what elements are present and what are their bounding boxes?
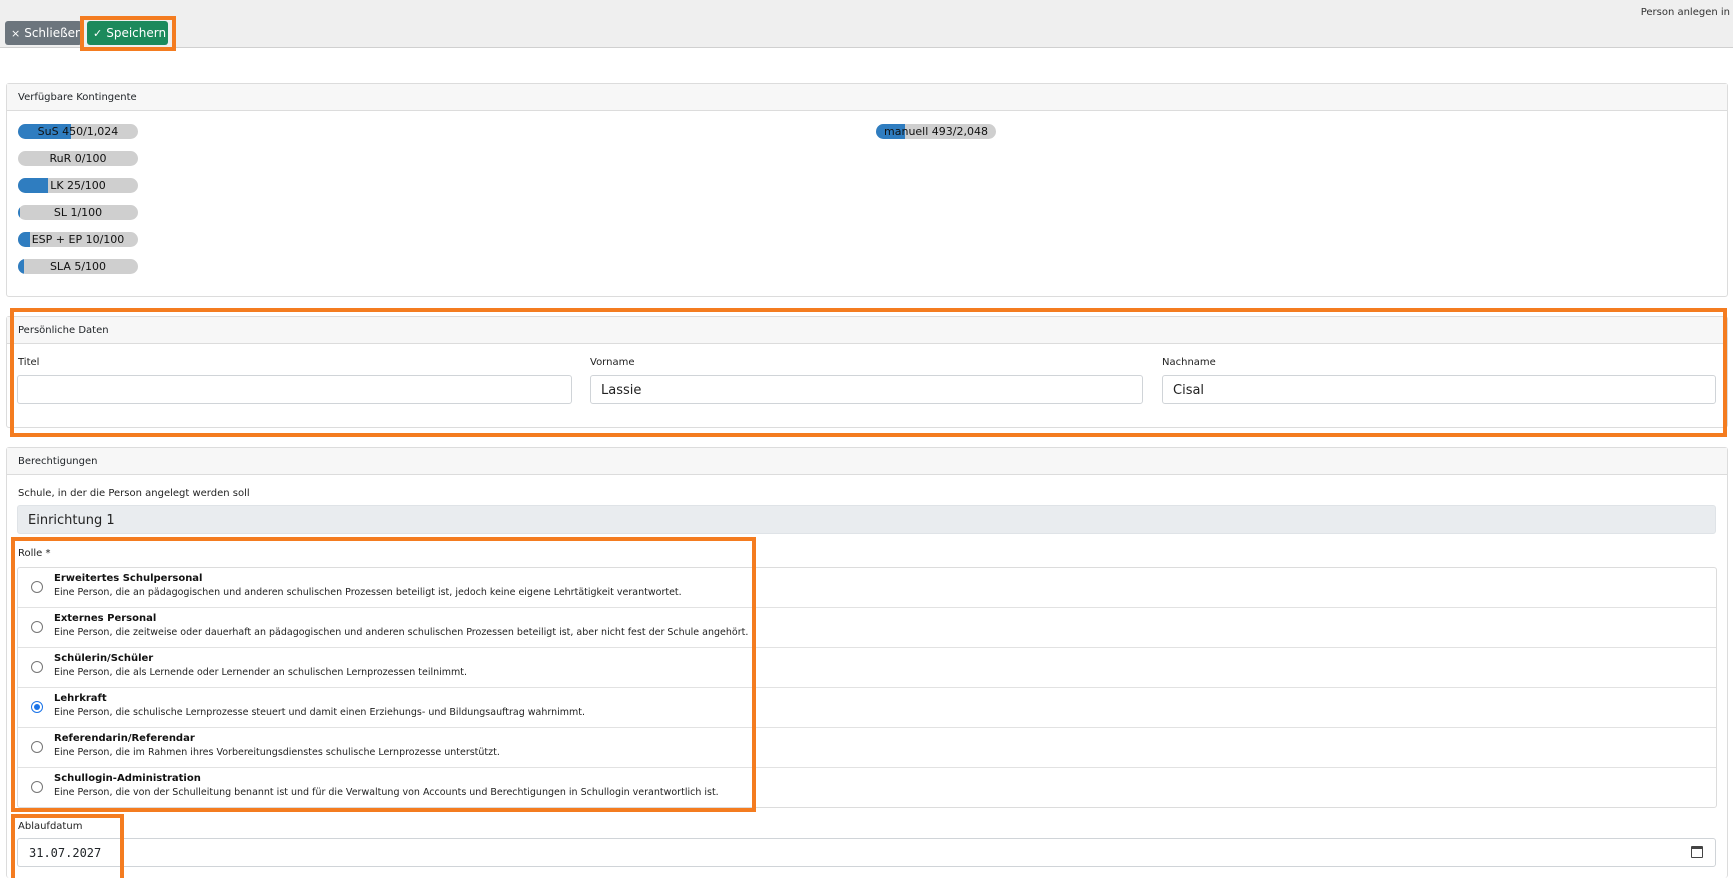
role-radio[interactable] — [31, 661, 43, 673]
role-radio-group: Erweitertes Schulpersonal Eine Person, di… — [17, 567, 1717, 808]
role-title: Referendarin/Referendar — [54, 733, 195, 744]
role-radio[interactable] — [31, 621, 43, 633]
quotas-card-title: Verfügbare Kontingente — [7, 84, 1727, 111]
quota-bar: LK 25/100 — [18, 178, 138, 193]
quota-bar: ESP + EP 10/100 — [18, 232, 138, 247]
checkmark-icon: ✓ — [93, 26, 103, 40]
nachname-label: Nachname — [1162, 357, 1216, 368]
role-description: Eine Person, die im Rahmen ihres Vorbere… — [54, 747, 500, 758]
role-option[interactable]: Lehrkraft Eine Person, die schulische Ler… — [18, 688, 1716, 728]
quota-label: SLA 5/100 — [49, 260, 107, 273]
personal-data-card: Persönliche Daten — [6, 316, 1728, 428]
role-option[interactable]: Erweitertes Schulpersonal Eine Person, di… — [18, 568, 1716, 608]
close-icon: × — [11, 26, 21, 40]
quotas-card: Verfügbare Kontingente — [6, 83, 1728, 297]
titel-input[interactable] — [17, 375, 572, 404]
role-title: Schullogin-Administration — [54, 773, 201, 784]
role-title: Externes Personal — [54, 613, 157, 624]
role-description: Eine Person, die schulische Lernprozesse… — [54, 707, 586, 718]
quota-bar: RuR 0/100 — [18, 151, 138, 166]
quota-label: LK 25/100 — [50, 179, 106, 192]
role-description: Eine Person, die von der Schulleitung be… — [54, 787, 719, 798]
quota-bar: manuell 493/2,048 — [876, 124, 996, 139]
titel-label: Titel — [18, 357, 40, 368]
role-radio[interactable] — [31, 741, 43, 753]
role-description: Eine Person, die zeitweise oder dauerhaf… — [54, 627, 749, 638]
role-description: Eine Person, die an pädagogischen und an… — [54, 587, 682, 598]
vorname-input[interactable]: Lassie — [590, 375, 1143, 404]
save-button-label: Speichern — [106, 26, 167, 40]
expiry-date-value: 31.07.2027 — [29, 846, 102, 860]
permissions-title: Berechtigungen — [7, 448, 1727, 475]
role-title: Erweitertes Schulpersonal — [54, 573, 203, 584]
quota-label: RuR 0/100 — [49, 152, 107, 165]
save-button[interactable]: ✓ Speichern — [87, 21, 168, 45]
school-field: Einrichtung 1 — [17, 505, 1716, 534]
role-option[interactable]: Schülerin/Schüler Eine Person, die als Le… — [18, 648, 1716, 688]
role-radio[interactable] — [31, 581, 43, 593]
school-label: Schule, in der die Person angelegt werde… — [18, 488, 250, 499]
quota-label: manuell 493/2,048 — [884, 125, 988, 138]
nachname-input[interactable]: Cisal — [1162, 375, 1716, 404]
role-option[interactable]: Externes Personal Eine Person, die zeitwe… — [18, 608, 1716, 648]
quota-bar: SLA 5/100 — [18, 259, 138, 274]
page-title: Person anlegen in — [1640, 7, 1730, 18]
role-radio[interactable] — [31, 781, 43, 793]
role-option[interactable]: Referendarin/Referendar Eine Person, die … — [18, 728, 1716, 768]
role-title: Schülerin/Schüler — [54, 653, 154, 664]
role-option[interactable]: Schullogin-Administration Eine Person, di… — [18, 768, 1716, 808]
close-button-label: Schließen — [24, 26, 83, 40]
personal-data-title: Persönliche Daten — [7, 317, 1727, 344]
vorname-label: Vorname — [590, 357, 635, 368]
quota-label: ESP + EP 10/100 — [31, 233, 125, 246]
quota-bar: SuS 450/1,024 — [18, 124, 138, 139]
role-title: Lehrkraft — [54, 693, 107, 704]
expiry-date-input[interactable]: 31.07.2027 — [17, 838, 1716, 867]
role-label: Rolle * — [18, 548, 51, 559]
quota-bar: SL 1/100 — [18, 205, 138, 220]
quota-label: SuS 450/1,024 — [37, 125, 119, 138]
close-button[interactable]: × Schließen — [5, 21, 83, 45]
calendar-icon[interactable] — [1691, 846, 1703, 858]
top-toolbar: × Schließen ✓ Speichern Person anlegen i… — [0, 0, 1733, 48]
expiry-label: Ablaufdatum — [18, 821, 83, 832]
role-radio[interactable] — [31, 701, 43, 713]
quota-label: SL 1/100 — [53, 206, 103, 219]
role-description: Eine Person, die als Lernende oder Lerne… — [54, 667, 468, 678]
